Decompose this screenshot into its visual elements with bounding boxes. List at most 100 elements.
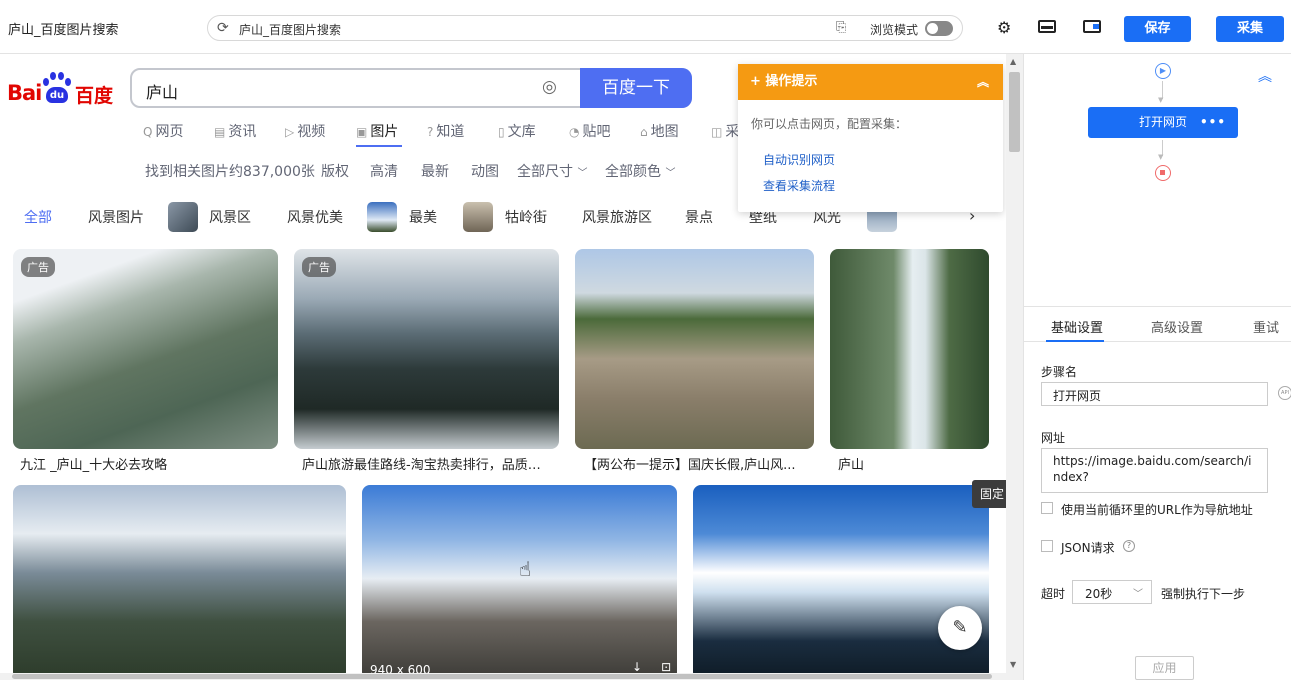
chip-thumbnail[interactable]	[463, 202, 493, 232]
url-textarea[interactable]: https://image.baidu.com/search/index?	[1041, 448, 1268, 493]
collect-button[interactable]: 采集	[1216, 16, 1284, 42]
image-icon: ▣	[356, 125, 368, 139]
address-bar[interactable]: ⟳ 庐山_百度图片搜索 ⎘ 浏览模式	[207, 15, 963, 41]
tab-retry[interactable]: 重试	[1253, 317, 1279, 336]
image-caption[interactable]: 庐山	[838, 454, 988, 473]
scroll-up-icon[interactable]: ▲	[1010, 57, 1016, 66]
image-result[interactable]	[830, 249, 989, 449]
tab-more[interactable]: ◫ 采	[711, 121, 739, 141]
gear-icon[interactable]: ⚙	[997, 18, 1011, 37]
search-query[interactable]: 庐山	[146, 79, 178, 103]
browse-mode-label: 浏览模式	[870, 23, 919, 37]
search-button[interactable]: 百度一下	[580, 68, 692, 108]
ad-badge: 广告	[21, 257, 55, 277]
chip[interactable]: 景点	[685, 207, 713, 227]
api-icon[interactable]: API	[1278, 386, 1291, 400]
filter-size-label: 全部尺寸	[517, 164, 573, 180]
tab-advanced-settings[interactable]: 高级设置	[1151, 317, 1203, 336]
horizontal-scrollbar[interactable]	[0, 673, 1006, 680]
image-caption[interactable]: 九江 _庐山_十大必去攻略	[20, 454, 278, 473]
reload-icon[interactable]: ⟳	[217, 20, 229, 36]
tab-images[interactable]: ▣ 图片	[356, 121, 398, 141]
step-name-input[interactable]: 打开网页	[1041, 382, 1268, 406]
edit-icon[interactable]: ✎	[938, 606, 982, 650]
hint-header[interactable]: + 操作提示 ︽	[738, 64, 1003, 100]
baidu-logo[interactable]: Bai du 百度	[7, 71, 117, 111]
image-result[interactable]	[13, 485, 346, 680]
json-request-checkbox[interactable]	[1041, 540, 1053, 552]
tab-label: 图片	[370, 124, 399, 140]
chip-thumbnail[interactable]	[367, 202, 397, 232]
tab-basic-settings[interactable]: 基础设置	[1051, 317, 1103, 336]
chip[interactable]: 风景优美	[287, 207, 343, 227]
loop-url-label: 使用当前循环里的URL作为导航地址	[1061, 503, 1253, 517]
collapse-icon[interactable]: ︽	[977, 64, 989, 100]
image-result[interactable]	[575, 249, 814, 449]
flow-node-open-page[interactable]: 打开网页 •••	[1088, 107, 1238, 138]
tab-video[interactable]: ▷ 视频	[285, 121, 325, 141]
tab-label: 网页	[155, 124, 184, 140]
filter-hd[interactable]: 高清	[370, 161, 398, 181]
auto-detect-link[interactable]: 自动识别网页	[763, 151, 835, 168]
chip[interactable]: 牯岭街	[505, 207, 547, 227]
collapse-up-icon[interactable]: ︽	[1258, 66, 1272, 86]
page-doc-icon[interactable]: ⎘	[836, 20, 846, 35]
camera-icon[interactable]: ◎	[542, 77, 557, 97]
active-tab-underline	[356, 145, 402, 147]
vertical-scrollbar[interactable]: ▲ ▼	[1006, 54, 1023, 680]
filter-color[interactable]: 全部颜色 ﹀	[605, 161, 675, 181]
scroll-down-icon[interactable]: ▼	[1010, 660, 1016, 669]
scroll-thumb[interactable]	[12, 674, 992, 679]
timeout-select[interactable]: 20秒 ﹀	[1072, 580, 1152, 604]
save-button[interactable]: 保存	[1124, 16, 1191, 42]
play-icon[interactable]: ▶	[1155, 63, 1171, 79]
stop-icon[interactable]	[1155, 165, 1171, 181]
scroll-thumb[interactable]	[1009, 72, 1020, 152]
chip[interactable]: 风景图片	[88, 207, 144, 227]
ad-badge: 广告	[302, 257, 336, 277]
apply-button[interactable]: 应用	[1135, 656, 1194, 680]
image-result[interactable]	[693, 485, 989, 680]
address-text[interactable]: 庐山_百度图片搜索	[239, 21, 341, 38]
logo-text-baidu: 百度	[75, 85, 114, 107]
step-name-label: 步骤名	[1041, 365, 1078, 379]
tab-label: 文库	[507, 124, 536, 140]
filter-animated[interactable]: 动图	[471, 161, 499, 181]
filter-copyright[interactable]: 版权	[321, 161, 349, 181]
tab-news[interactable]: ▤ 资讯	[214, 121, 256, 141]
chip[interactable]: 风景旅游区	[582, 207, 652, 227]
layout-side-icon[interactable]	[1083, 20, 1101, 33]
loop-url-checkbox[interactable]	[1041, 502, 1053, 514]
browse-mode-toggle[interactable]	[925, 21, 953, 36]
hint-title: 操作提示	[765, 74, 818, 89]
tab-zhidao[interactable]: ? 知道	[427, 121, 464, 141]
image-result[interactable]	[362, 485, 677, 680]
layout-bottom-icon[interactable]	[1038, 20, 1056, 33]
filter-color-label: 全部颜色	[605, 164, 661, 180]
download-icon[interactable]: ↓	[632, 660, 642, 674]
timeout-value: 20秒	[1085, 587, 1113, 601]
force-next-label: 强制执行下一步	[1161, 587, 1246, 601]
settings-tabs: 基础设置 高级设置 重试	[1024, 306, 1291, 342]
tab-tieba[interactable]: ◔ 贴吧	[569, 121, 610, 141]
lens-icon[interactable]: ⊡	[661, 660, 671, 674]
image-caption[interactable]: 庐山旅游最佳路线-淘宝热卖排行，品质好...	[302, 454, 552, 473]
view-flow-link[interactable]: 查看采集流程	[763, 177, 835, 194]
filter-size[interactable]: 全部尺寸 ﹀	[517, 161, 587, 181]
chip[interactable]: 最美	[409, 207, 437, 227]
more-icon[interactable]: •••	[1200, 107, 1226, 138]
filter-latest[interactable]: 最新	[421, 161, 449, 181]
chip-all[interactable]: 全部	[24, 207, 52, 227]
image-result[interactable]: 广告	[294, 249, 559, 449]
tab-label: 视频	[297, 124, 326, 140]
image-result[interactable]: 广告	[13, 249, 278, 449]
hint-description: 你可以点击网页，配置采集：	[751, 117, 908, 131]
chevron-down-icon: ﹀	[577, 168, 588, 179]
tab-map[interactable]: ⌂ 地图	[640, 121, 679, 141]
image-caption[interactable]: 【两公布一提示】国庆长假,庐山风...	[584, 454, 808, 473]
tab-wenku[interactable]: ▯ 文库	[498, 121, 536, 141]
chip-thumbnail[interactable]	[168, 202, 198, 232]
tab-web[interactable]: Q 网页	[143, 121, 183, 141]
help-icon[interactable]: ?	[1123, 540, 1135, 552]
chip[interactable]: 风景区	[209, 207, 251, 227]
